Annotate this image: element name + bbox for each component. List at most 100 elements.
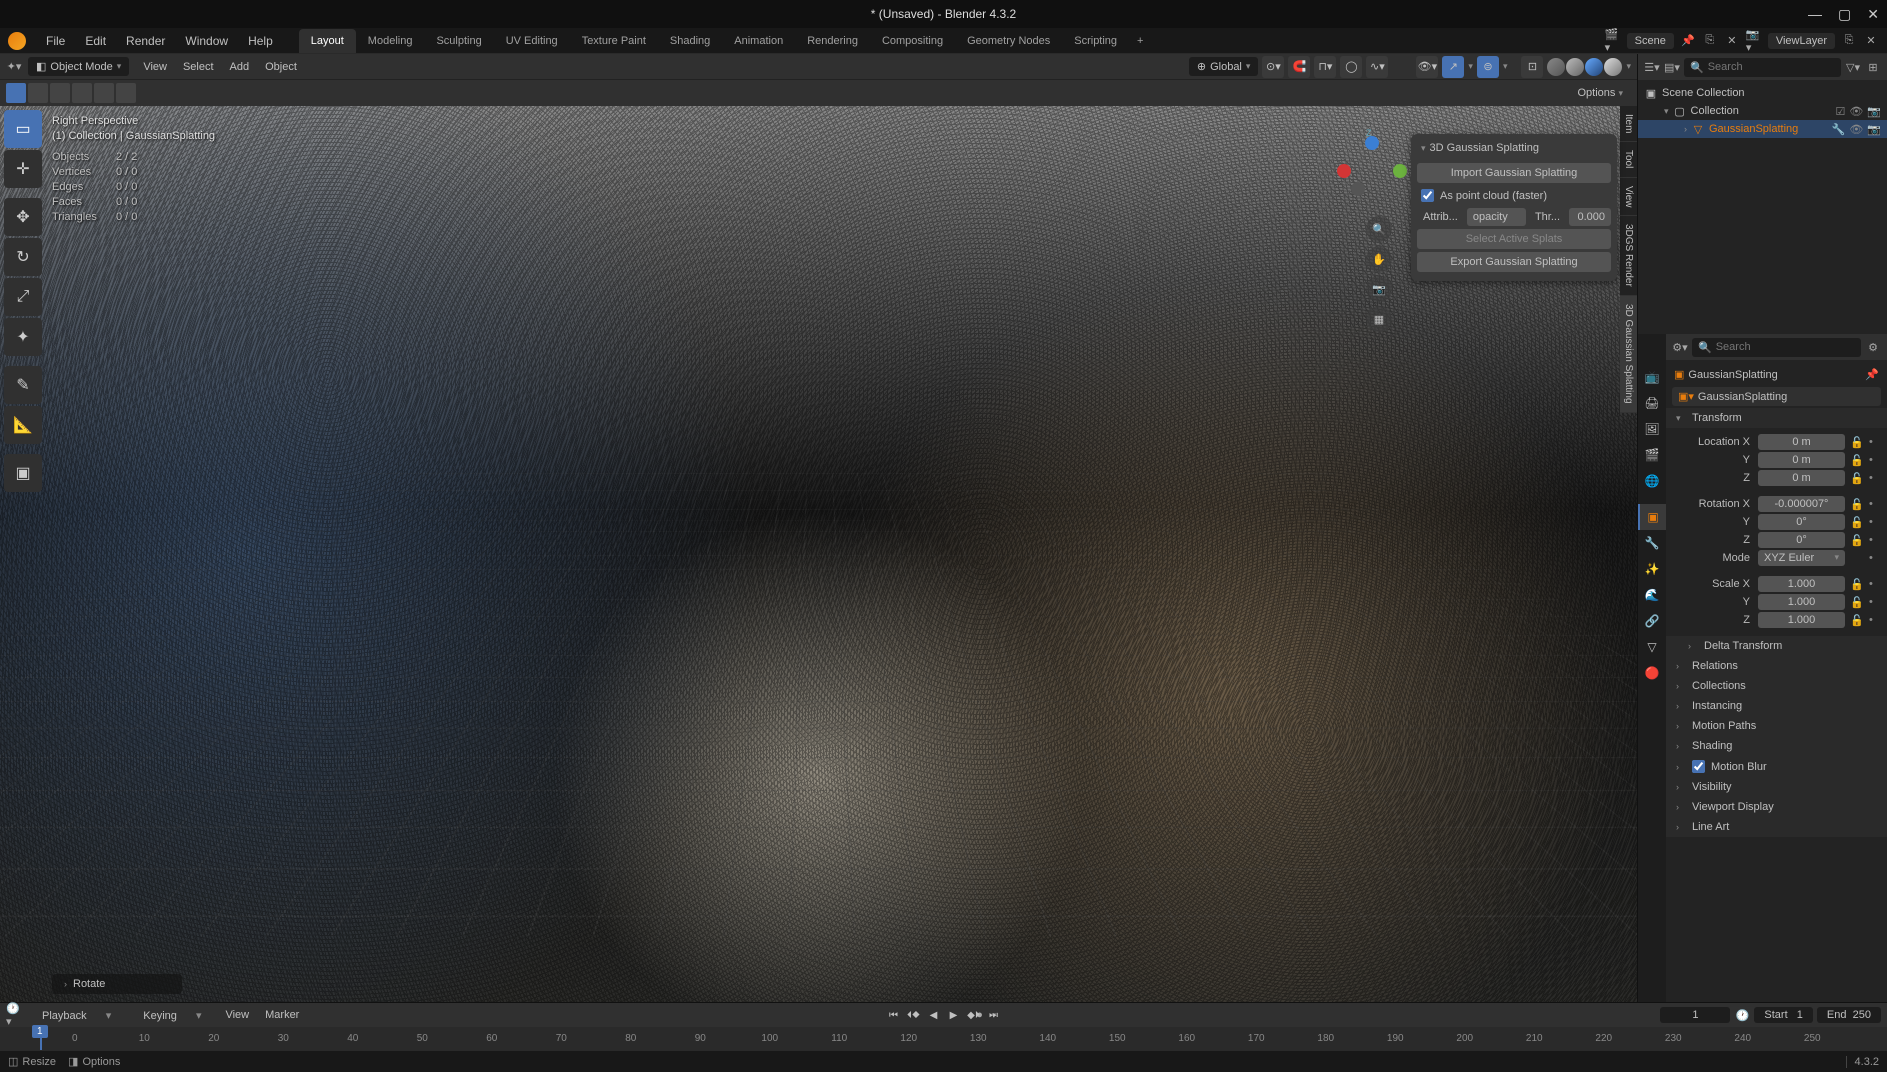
- lock-icon[interactable]: 🔓: [1849, 534, 1865, 547]
- properties-search-input[interactable]: [1716, 341, 1855, 353]
- timeline-ruler[interactable]: 0 10 20 30 40 50 60 70 80 90 100 110 120…: [0, 1027, 1887, 1050]
- line-art-header[interactable]: ›Line Art: [1666, 817, 1887, 837]
- snap-toggle-icon[interactable]: 🧲: [1288, 56, 1310, 78]
- tab-uv[interactable]: UV Editing: [494, 29, 570, 53]
- prop-tab-physics[interactable]: 🌊: [1638, 582, 1666, 608]
- delta-transform-header[interactable]: ›Delta Transform: [1666, 636, 1887, 656]
- tool-select-box-icon[interactable]: ▭: [4, 110, 42, 148]
- filter-icon[interactable]: ▽▾: [1845, 59, 1861, 75]
- new-collection-icon[interactable]: ⊞: [1865, 59, 1881, 75]
- lock-icon[interactable]: 🔓: [1849, 454, 1865, 467]
- properties-search[interactable]: 🔍: [1692, 338, 1861, 357]
- timeline-editor-icon[interactable]: 🕐▾: [6, 1007, 22, 1023]
- tool-add-icon[interactable]: ▣: [4, 454, 42, 492]
- rot-x-input[interactable]: -0.000007°: [1758, 496, 1845, 512]
- tl-view[interactable]: View: [217, 1006, 257, 1025]
- outliner-editor-icon[interactable]: ☰▾: [1644, 59, 1660, 75]
- lock-icon[interactable]: 🔓: [1849, 578, 1865, 591]
- lock-icon[interactable]: 🔓: [1849, 614, 1865, 627]
- scale-z-input[interactable]: 1.000: [1758, 612, 1845, 628]
- shading-material-icon[interactable]: [1585, 58, 1603, 76]
- nav-gizmo[interactable]: Z: [1337, 136, 1407, 206]
- gs-panel-header[interactable]: ▾ 3D Gaussian Splatting: [1417, 140, 1611, 160]
- gizmo-toggle-icon[interactable]: ↗: [1442, 56, 1464, 78]
- datablock-selector[interactable]: ▣▾ GaussianSplatting: [1672, 387, 1881, 406]
- prop-tab-world[interactable]: 🌐: [1638, 468, 1666, 494]
- maximize-icon[interactable]: ▢: [1838, 6, 1851, 23]
- menu-window[interactable]: Window: [175, 30, 238, 52]
- render-icon[interactable]: 📷: [1867, 105, 1881, 118]
- keyframe-icon[interactable]: •: [1869, 516, 1879, 528]
- delete-scene-icon[interactable]: ✕: [1724, 33, 1740, 49]
- menu-edit[interactable]: Edit: [75, 30, 116, 52]
- tab-animation[interactable]: Animation: [722, 29, 795, 53]
- pin-scene-icon[interactable]: 📌: [1680, 33, 1696, 49]
- menu-help[interactable]: Help: [238, 30, 283, 52]
- tree-scene-collection[interactable]: ▣ Scene Collection: [1638, 84, 1887, 102]
- overlay-toggle-icon[interactable]: ⊜: [1477, 56, 1499, 78]
- prop-tab-render[interactable]: 📺: [1638, 364, 1666, 390]
- tab-rendering[interactable]: Rendering: [795, 29, 870, 53]
- axis-x-icon[interactable]: [1337, 164, 1351, 178]
- menu-render[interactable]: Render: [116, 30, 175, 52]
- eye-icon[interactable]: 👁: [1849, 123, 1863, 136]
- pin-icon[interactable]: 📌: [1865, 368, 1879, 381]
- shading-rendered-icon[interactable]: [1604, 58, 1622, 76]
- viewlayer-selector[interactable]: ViewLayer: [1768, 33, 1835, 49]
- select-splats-button[interactable]: Select Active Splats: [1417, 229, 1611, 249]
- shading-solid-icon[interactable]: [1566, 58, 1584, 76]
- sel-circle-icon[interactable]: [50, 83, 70, 103]
- tool-scale-icon[interactable]: ⤢: [4, 278, 42, 316]
- menu-file[interactable]: File: [36, 30, 75, 52]
- blender-logo-icon[interactable]: [8, 32, 26, 50]
- axis-neg-icon[interactable]: [1351, 182, 1365, 196]
- prop-tab-data[interactable]: ▽: [1638, 634, 1666, 660]
- outliner-display-icon[interactable]: ▤▾: [1664, 59, 1680, 75]
- options-icon[interactable]: ⚙: [1865, 339, 1881, 355]
- axis-y-icon[interactable]: [1393, 164, 1407, 178]
- keyframe-icon[interactable]: •: [1869, 436, 1879, 448]
- tool-transform-icon[interactable]: ✦: [4, 318, 42, 356]
- lock-icon[interactable]: 🔓: [1849, 436, 1865, 449]
- sel-box-icon[interactable]: [28, 83, 48, 103]
- tree-collection[interactable]: ▾ ▢ Collection ☑ 👁 📷: [1638, 102, 1887, 120]
- prop-tab-constraint[interactable]: 🔗: [1638, 608, 1666, 634]
- rot-z-input[interactable]: 0°: [1758, 532, 1845, 548]
- xray-icon[interactable]: ⊡: [1521, 56, 1543, 78]
- vh-add[interactable]: Add: [222, 57, 258, 77]
- eye-icon[interactable]: 👁: [1849, 105, 1863, 118]
- viewlayer-browse-icon[interactable]: 📷▾: [1746, 33, 1762, 49]
- scene-browse-icon[interactable]: 🎬▾: [1605, 33, 1621, 49]
- thr-value-input[interactable]: 0.000: [1569, 208, 1611, 226]
- camera-icon[interactable]: 📷: [1366, 276, 1392, 302]
- tab-scripting[interactable]: Scripting: [1062, 29, 1129, 53]
- loc-x-input[interactable]: 0 m: [1758, 434, 1845, 450]
- vh-select[interactable]: Select: [175, 57, 222, 77]
- tab-compositing[interactable]: Compositing: [870, 29, 955, 53]
- tool-rotate-icon[interactable]: ↻: [4, 238, 42, 276]
- loc-z-input[interactable]: 0 m: [1758, 470, 1845, 486]
- zoom-icon[interactable]: 🔍: [1366, 216, 1392, 242]
- play-reverse-icon[interactable]: ◀: [925, 1006, 943, 1024]
- close-icon[interactable]: ✕: [1867, 6, 1879, 23]
- keyframe-icon[interactable]: •: [1869, 614, 1879, 626]
- chevron-down-icon[interactable]: ▾: [1664, 106, 1669, 117]
- prop-tab-modifier[interactable]: 🔧: [1638, 530, 1666, 556]
- gizmo-options-icon[interactable]: ▾: [1468, 61, 1473, 72]
- tool-measure-icon[interactable]: 📐: [4, 406, 42, 444]
- proportional-curve-icon[interactable]: ∿▾: [1366, 56, 1388, 78]
- exclude-icon[interactable]: ☑: [1835, 105, 1845, 118]
- loc-y-input[interactable]: 0 m: [1758, 452, 1845, 468]
- instancing-header[interactable]: ›Instancing: [1666, 696, 1887, 716]
- keyframe-icon[interactable]: •: [1869, 472, 1879, 484]
- npanel-tab-view[interactable]: View: [1620, 178, 1637, 217]
- tl-playback[interactable]: Playback ▾: [26, 1006, 127, 1025]
- prop-tab-object[interactable]: ▣: [1638, 504, 1666, 530]
- keyframe-icon[interactable]: •: [1869, 578, 1879, 590]
- tl-keying[interactable]: Keying ▾: [127, 1006, 217, 1025]
- prop-tab-viewlayer[interactable]: 🖼: [1638, 416, 1666, 442]
- axis-z-icon[interactable]: [1365, 136, 1379, 150]
- keyframe-icon[interactable]: •: [1869, 596, 1879, 608]
- orientation-selector[interactable]: ⊕ Global ▾: [1189, 57, 1259, 76]
- editor-type-icon[interactable]: ✦▾: [6, 59, 22, 75]
